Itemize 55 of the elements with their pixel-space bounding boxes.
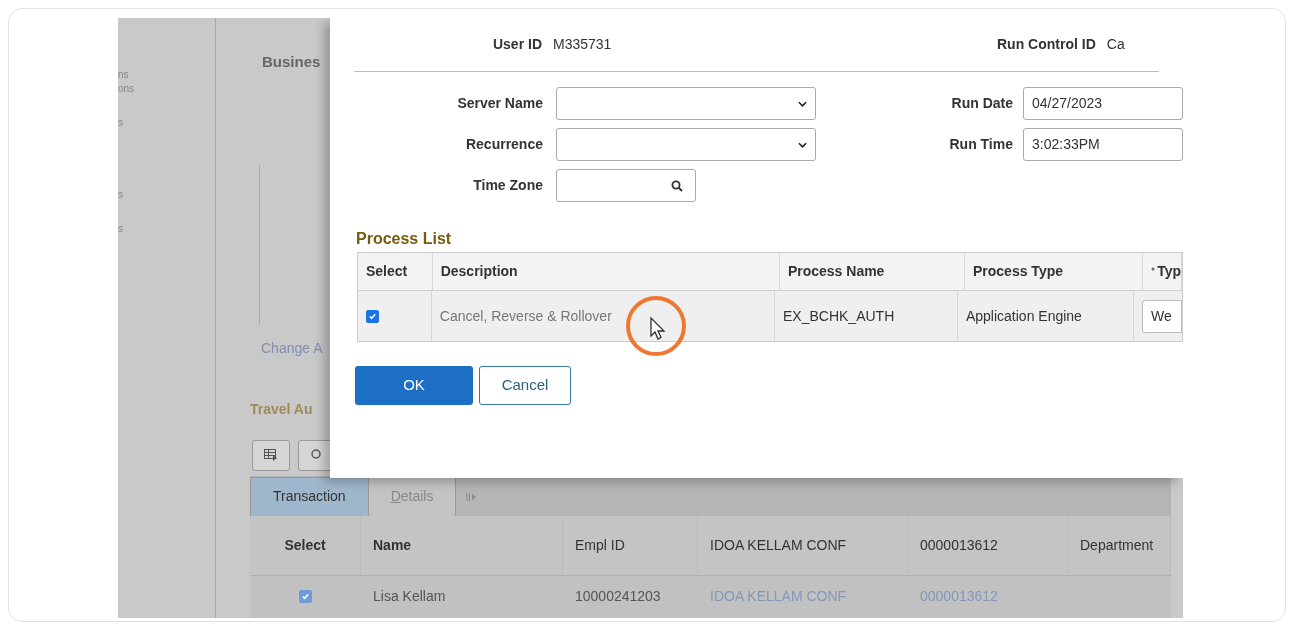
type-field[interactable]: We [1142,299,1182,333]
column-header: Description [432,253,780,290]
column-header: IDOA KELLAM CONF [698,515,908,575]
sidebar-item[interactable]: s [118,116,215,130]
user-id-label: User ID [491,35,542,54]
change-link[interactable]: Change A [250,337,323,359]
caret-icon [798,141,807,148]
table-cell-text: Lisa Kellam [372,587,447,606]
column-header: Process Type [965,253,1144,290]
column-header: Empl ID [563,515,698,575]
cursor-highlight-icon [624,294,688,358]
input-field[interactable]: 04/27/2023 [1023,87,1183,120]
sidebar-item[interactable]: s [118,222,215,236]
table-link[interactable]: 0000013612 [920,586,998,607]
field-label: Time Zone [472,176,543,195]
sidebar-item[interactable]: s [118,188,215,202]
run-control-label: Run Control ID [997,35,1096,54]
field-label: Run Time [948,135,1013,154]
column-header: Select [358,253,433,290]
table-cell: EX_BCHK_AUTH [775,291,958,341]
check-icon [301,592,310,601]
required-icon [1151,267,1156,271]
field-label: Server Name [456,94,543,113]
table-icon [264,449,278,461]
sidebar-item[interactable]: ns [118,68,215,82]
input-field[interactable]: 3:02:33PM [1023,128,1183,161]
field-label: Recurrence [464,135,543,154]
column-header: Department [1068,515,1171,575]
cancel-button[interactable]: Cancel [479,366,571,405]
section-title: Travel Au [250,399,313,419]
caret-icon [798,100,807,107]
column-header: 0000013612 [908,515,1068,575]
table-cell-text: 10000241203 [574,587,662,606]
table-link[interactable]: IDOA KELLAM CONF [710,586,847,607]
select-field[interactable] [556,87,816,120]
user-id-value: M335731 [553,35,613,54]
lookup-field[interactable] [556,169,696,202]
check-icon [368,311,377,321]
tab[interactable]: Details [368,476,457,516]
checkbox[interactable] [366,309,379,323]
field-label: Run Date [950,94,1013,113]
tab[interactable]: Transaction [250,476,369,516]
grid-export-button[interactable] [252,439,290,471]
select-field[interactable] [556,128,816,161]
column-header: Process Name [779,253,965,290]
checkbox[interactable] [299,590,312,603]
column-header: Typ [1143,253,1182,290]
table-cell: Application Engine [957,291,1134,341]
column-header: Select [250,515,361,575]
run-control-value: Ca [1106,35,1125,54]
section-title: Process List [356,229,453,249]
sidebar-item[interactable]: ons [118,82,215,96]
page-title: Busines [261,52,321,72]
ok-button[interactable]: OK [355,366,473,405]
column-header: Name [361,515,563,575]
